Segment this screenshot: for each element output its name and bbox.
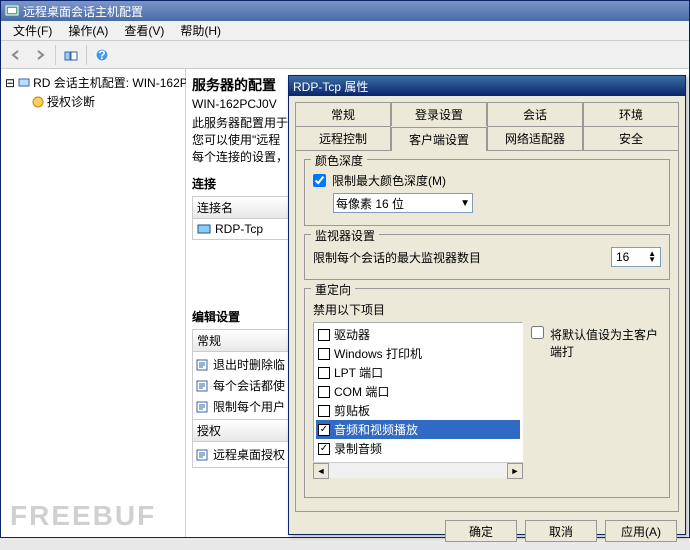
toolbar-explorer-button[interactable] xyxy=(60,44,82,66)
check-item[interactable]: 剪贴板 xyxy=(316,401,520,420)
menu-action[interactable]: 操作(A) xyxy=(60,20,116,41)
monitor-count-input[interactable]: 16 ▲▼ xyxy=(611,247,661,267)
monitor-count-label: 限制每个会话的最大监视器数目 xyxy=(313,249,481,266)
tree-expander-icon[interactable]: ⊟ xyxy=(5,76,15,90)
checkbox-icon[interactable] xyxy=(318,367,330,379)
group-title: 监视器设置 xyxy=(311,227,379,244)
checkbox-icon[interactable]: ✓ xyxy=(318,443,330,455)
check-item[interactable]: Windows 打印机 xyxy=(316,344,520,363)
license-icon xyxy=(31,95,45,109)
scroll-left-icon[interactable]: ◄ xyxy=(313,463,329,479)
checkbox-icon[interactable] xyxy=(318,348,330,360)
window-title: 远程桌面会话主机配置 xyxy=(23,3,143,20)
tab-session[interactable]: 会话 xyxy=(487,102,583,126)
properties-dialog: RDP-Tcp 属性 常规 登录设置 会话 环境 远程控制 客户端设置 网络适配… xyxy=(288,75,686,535)
monitor-count-value: 16 xyxy=(616,250,629,264)
config-icon xyxy=(195,379,209,393)
tree-root-label: RD 会话主机配置: WIN-162PC xyxy=(33,74,196,91)
check-item-label: 音频和视频播放 xyxy=(334,421,418,438)
checkbox-icon[interactable] xyxy=(318,329,330,341)
chk-default-client[interactable] xyxy=(531,326,544,339)
toolbar: ? xyxy=(1,41,689,69)
tree-child[interactable]: 授权诊断 xyxy=(5,92,181,111)
check-item[interactable]: ✓ 录制音频 xyxy=(316,439,520,458)
cancel-button[interactable]: 取消 xyxy=(525,520,597,542)
spinner-icon[interactable]: ▲▼ xyxy=(648,251,656,262)
horizontal-scrollbar[interactable]: ◄ ► xyxy=(313,462,523,478)
check-item-label: COM 端口 xyxy=(334,383,389,400)
connection-icon xyxy=(197,222,211,236)
tab-environment[interactable]: 环境 xyxy=(583,102,679,126)
toolbar-help-button[interactable]: ? xyxy=(91,44,113,66)
tab-client-settings[interactable]: 客户端设置 xyxy=(391,127,487,151)
svg-text:?: ? xyxy=(98,48,105,62)
app-icon xyxy=(5,4,19,18)
group-redirect: 重定向 禁用以下项目 驱动器Windows 打印机LPT 端口COM 端口剪贴板… xyxy=(304,288,670,498)
chk-limit-color[interactable] xyxy=(313,174,326,187)
tab-content: 颜色深度 限制最大颜色深度(M) 每像素 16 位 ▼ 监视器设置 限制每个会话… xyxy=(295,150,679,512)
checkbox-icon[interactable] xyxy=(318,405,330,417)
config-icon xyxy=(195,448,209,462)
apply-button[interactable]: 应用(A) xyxy=(605,520,677,542)
tree-root[interactable]: ⊟ RD 会话主机配置: WIN-162PC xyxy=(5,73,181,92)
menu-file[interactable]: 文件(F) xyxy=(5,20,60,41)
menu-view[interactable]: 查看(V) xyxy=(116,20,172,41)
server-icon xyxy=(17,76,31,90)
tab-remote-control[interactable]: 远程控制 xyxy=(295,126,391,150)
tabs-row-1: 常规 登录设置 会话 环境 xyxy=(289,96,685,126)
check-item-label: 录制音频 xyxy=(334,440,382,457)
dialog-titlebar: RDP-Tcp 属性 xyxy=(289,76,685,96)
menu-help[interactable]: 帮助(H) xyxy=(172,20,229,41)
tab-login[interactable]: 登录设置 xyxy=(391,102,487,126)
group-color-depth: 颜色深度 限制最大颜色深度(M) 每像素 16 位 ▼ xyxy=(304,159,670,226)
toolbar-separator xyxy=(55,45,56,65)
check-item[interactable]: ✓ 音频和视频播放 xyxy=(316,420,520,439)
scroll-right-icon[interactable]: ► xyxy=(507,463,523,479)
tab-network-adapter[interactable]: 网络适配器 xyxy=(487,126,583,150)
ok-button[interactable]: 确定 xyxy=(445,520,517,542)
config-icon xyxy=(195,400,209,414)
main-titlebar: 远程桌面会话主机配置 xyxy=(1,1,689,21)
tab-general[interactable]: 常规 xyxy=(295,102,391,126)
chk-default-client-label: 将默认值设为主客户端打 xyxy=(550,326,661,360)
color-depth-select[interactable]: 每像素 16 位 ▼ xyxy=(333,193,473,213)
toolbar-forward-button[interactable] xyxy=(29,44,51,66)
dialog-title: RDP-Tcp 属性 xyxy=(293,78,368,95)
checkbox-icon[interactable]: ✓ xyxy=(318,424,330,436)
dialog-buttons: 确定 取消 应用(A) xyxy=(289,512,685,550)
tree-panel: ⊟ RD 会话主机配置: WIN-162PC 授权诊断 xyxy=(1,69,186,537)
chevron-down-icon: ▼ xyxy=(460,198,470,209)
check-item[interactable]: 驱动器 xyxy=(316,325,520,344)
check-item[interactable]: COM 端口 xyxy=(316,382,520,401)
tabs-row-2: 远程控制 客户端设置 网络适配器 安全 xyxy=(289,126,685,150)
check-item[interactable]: LPT 端口 xyxy=(316,363,520,382)
checkbox-icon[interactable] xyxy=(318,386,330,398)
menubar: 文件(F) 操作(A) 查看(V) 帮助(H) xyxy=(1,21,689,41)
redirect-checklist[interactable]: 驱动器 Windows 打印机 LPT 端口 COM 端口剪贴板 ✓ 音频和视频播放 ✓ 录制… xyxy=(313,322,523,462)
group-monitor: 监视器设置 限制每个会话的最大监视器数目 16 ▲▼ xyxy=(304,234,670,280)
tab-security[interactable]: 安全 xyxy=(583,126,679,150)
tree-child-label: 授权诊断 xyxy=(47,93,95,110)
check-item-label: 剪贴板 xyxy=(334,402,370,419)
config-icon xyxy=(195,358,209,372)
group-title: 重定向 xyxy=(311,281,355,298)
connection-name: RDP-Tcp xyxy=(215,222,263,236)
check-item-label: Windows 打印机 xyxy=(334,345,422,362)
check-item-label: LPT 端口 xyxy=(334,364,383,381)
group-title: 颜色深度 xyxy=(311,152,367,169)
toolbar-back-button[interactable] xyxy=(5,44,27,66)
check-item-label: 驱动器 xyxy=(334,326,370,343)
redirect-label: 禁用以下项目 xyxy=(313,301,385,318)
color-depth-value: 每像素 16 位 xyxy=(336,195,404,212)
toolbar-separator xyxy=(86,45,87,65)
chk-limit-color-label: 限制最大颜色深度(M) xyxy=(332,172,446,189)
